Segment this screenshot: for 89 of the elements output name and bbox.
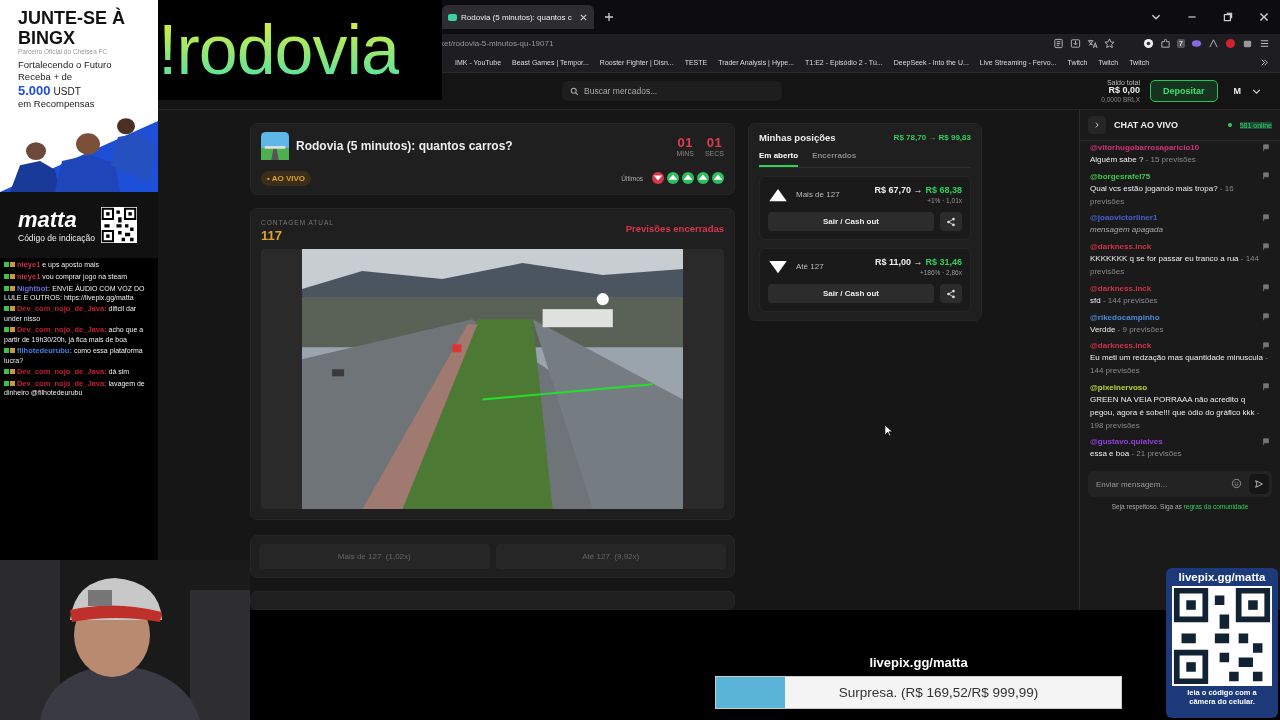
menu-icon[interactable] — [1259, 37, 1270, 49]
deposit-button[interactable]: Depositar — [1150, 80, 1218, 102]
send-icon — [1254, 479, 1264, 490]
cash-out-button[interactable]: Sair / Cash out — [768, 212, 934, 231]
timer-value: 01 — [706, 135, 723, 150]
chat-message: sfd - 144 previsões — [1090, 294, 1159, 307]
ad-amount: 5.000 — [18, 83, 51, 98]
search-icon — [570, 87, 579, 96]
referral-label: Código de indicação — [18, 233, 96, 243]
chat-username[interactable]: @darkness.inck — [1090, 283, 1152, 293]
deleted-message: mensagem apagada — [1090, 224, 1164, 237]
timer-value: 01 — [677, 135, 693, 150]
chat-message: Alguém sabe ? - 15 previsões — [1090, 154, 1197, 166]
download-icon[interactable] — [1069, 37, 1081, 49]
position-label: Até 127 — [796, 262, 824, 271]
browser-tab[interactable]: Rodovia (5 minutos): quantos c — [442, 5, 594, 29]
chat-message: essa e boa - 21 previsões — [1090, 448, 1183, 461]
qr-url: livepix.gg/matta — [1178, 571, 1266, 583]
donation-url: livepix.gg/matta — [869, 655, 968, 670]
share-icon — [946, 288, 956, 299]
chat-username[interactable]: @darkness.inck — [1090, 242, 1152, 252]
flag-icon[interactable] — [1262, 143, 1270, 152]
mouse-cursor-icon — [884, 424, 893, 437]
chat-username[interactable]: @borgesrafel75 — [1090, 171, 1151, 181]
search-field[interactable]: Buscar mercados... — [562, 81, 782, 101]
chevron-icon — [1093, 121, 1101, 129]
flag-icon[interactable] — [1262, 437, 1270, 446]
chat-username[interactable]: @rikedocampinho — [1090, 312, 1160, 322]
market-title: Rodovia (5 minutos): quantos carros? — [296, 139, 513, 153]
send-button[interactable] — [1249, 474, 1269, 495]
balance-amount: R$ 0,00 — [1108, 86, 1140, 97]
progress-text: Surpresa. (R$ 169,52/R$ 999,99) — [838, 685, 1039, 700]
ad-text: em Recompensas — [17, 98, 96, 110]
chat-message: Eu meti um redzação mas quantidade minuscula - 144 previsões — [1090, 352, 1269, 378]
online-dot-icon — [1227, 123, 1232, 127]
chat-message: Qual vcs estão jogando mais tropa? - 16 previsões — [1090, 182, 1235, 208]
positions-title: Minhas posições — [759, 132, 836, 143]
translate-icon[interactable] — [1086, 37, 1098, 49]
emoji-icon[interactable] — [1231, 478, 1242, 490]
flag-icon[interactable] — [1262, 213, 1270, 222]
referral-code: matta — [18, 207, 78, 233]
extension-icon[interactable] — [1142, 37, 1154, 49]
chat-username[interactable]: @pixelnervoso — [1090, 382, 1148, 392]
chat-message: KKKKKKK q se for passar eu tranco a rua - 144 previsões — [1090, 253, 1260, 278]
share-icon — [946, 216, 956, 227]
qr-code-icon — [101, 207, 138, 243]
share-button[interactable] — [940, 212, 962, 231]
ad-text: Fortalecendo o Futuro — [17, 59, 113, 71]
road-icon — [261, 132, 289, 160]
chat-message: GREEN NA VEIA PORRAAA não acredito q pegou, agora é sobe!!! que ódio do gráfico kkk - 198 previsões — [1090, 393, 1261, 432]
ad-text: Receba + de — [17, 71, 74, 83]
ad-headline: JUNTE-SE À BINGX — [17, 8, 126, 48]
positions-total: R$ 78,70 → R$ 99,83 — [893, 133, 971, 142]
position-value: R$ 11,00 → — [874, 257, 923, 267]
flag-icon[interactable] — [1262, 341, 1270, 350]
chat-username[interactable]: @darkness.inck — [1090, 341, 1152, 351]
position-value: R$ 67,70 → — [874, 185, 923, 195]
share-button[interactable] — [940, 284, 962, 303]
new-tab-icon[interactable] — [604, 12, 614, 22]
count-value: 117 — [261, 227, 283, 243]
avatar[interactable]: M — [1233, 86, 1241, 96]
tab[interactable]: Encerrados — [812, 151, 857, 167]
flag-icon[interactable] — [1262, 242, 1270, 251]
restore-icon[interactable] — [1222, 11, 1234, 23]
position-value: R$ 31,46 — [925, 257, 962, 267]
position-value: R$ 68,38 — [925, 185, 962, 195]
chat-title: CHAT AO VIVO — [1114, 120, 1178, 130]
chat-message: Verdde - 9 previsões — [1090, 323, 1165, 336]
reader-icon[interactable] — [1052, 37, 1064, 49]
chat-username[interactable]: @vitorhugobarrosaparicio10 — [1090, 143, 1200, 152]
extension-icon[interactable] — [1208, 37, 1219, 49]
tab-favicon-icon — [448, 13, 457, 21]
message-field[interactable]: Enviar mensagem... — [1088, 471, 1272, 498]
status-text: Previsões encerradas — [625, 222, 724, 234]
flag-icon[interactable] — [1262, 383, 1270, 392]
flag-icon[interactable] — [1262, 172, 1270, 181]
tab[interactable]: Em aberto — [759, 151, 799, 167]
position-label: Mais de 127 — [796, 190, 840, 199]
ad-currency: USDT — [53, 86, 81, 97]
puzzle-icon[interactable] — [1159, 37, 1171, 49]
cash-out-button[interactable]: Sair / Cash out — [768, 284, 934, 303]
star-icon[interactable] — [1103, 37, 1115, 49]
close-icon[interactable] — [579, 12, 588, 22]
flag-icon[interactable] — [1262, 313, 1270, 322]
flag-icon[interactable] — [1262, 284, 1270, 293]
close-icon[interactable] — [1258, 11, 1270, 23]
address-field[interactable]: ket/rodovia-5-minutos-qu-19071 — [440, 38, 554, 48]
live-badge: • AO VIVO — [261, 170, 312, 186]
qr-code-icon — [1172, 586, 1272, 686]
